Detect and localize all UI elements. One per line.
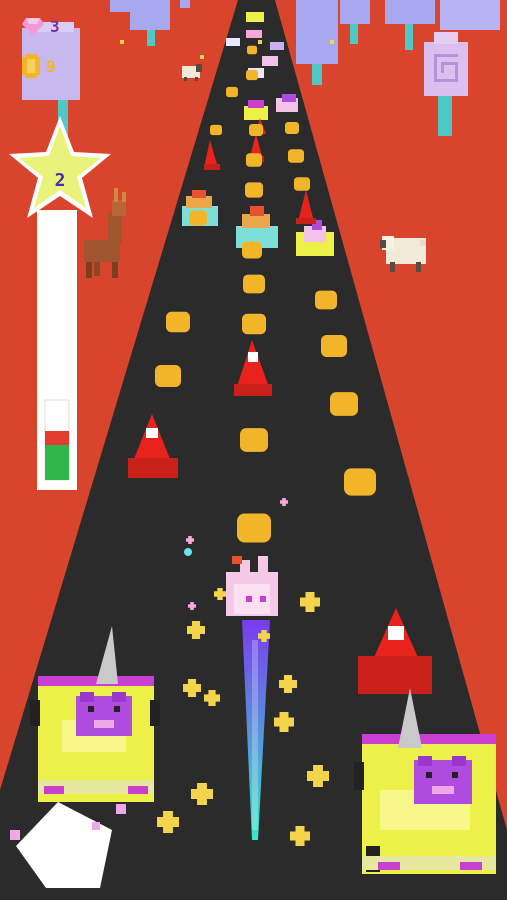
coin [247,45,257,55]
coin [245,182,263,198]
coin [249,124,263,136]
boost-meter [37,210,77,490]
coin [344,468,376,496]
boost-meter-cap [45,431,69,445]
coin [242,313,266,335]
coin-icon [22,54,40,78]
coin [242,241,262,259]
coin [155,364,181,388]
gem-counter: 3 [22,16,60,36]
coin-count: 9 [46,56,56,76]
coin [237,513,271,543]
gem-count: 3 [50,16,60,36]
coin [246,69,258,81]
coin [243,274,265,294]
coin [246,153,262,167]
coin [226,86,238,98]
coin-counter: 9 [22,54,56,78]
level-number: 2 [54,170,66,191]
gem-icon [22,18,44,36]
coin [166,311,190,333]
coin [321,334,347,358]
boost-meter-fill [45,445,69,480]
coin [240,428,268,452]
coin [294,177,310,191]
coin [210,124,222,136]
game-scene[interactable]: 3 9 2 [0,0,507,900]
coin [315,290,337,310]
coin [285,122,299,134]
coin [189,210,207,226]
sparkle [184,548,192,556]
coin [330,392,358,416]
coin [288,149,304,163]
